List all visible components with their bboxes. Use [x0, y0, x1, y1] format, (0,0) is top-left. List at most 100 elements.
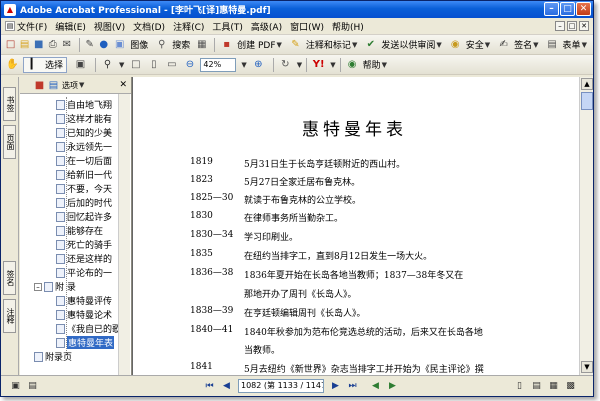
continuous-icon[interactable]: ▤	[530, 380, 543, 393]
options-menu[interactable]: 选项	[62, 80, 78, 91]
select-tool-button[interactable]: ▎ 选择	[23, 56, 68, 73]
bookmark-delete-icon[interactable]: ■	[34, 78, 45, 93]
bookmark-item[interactable]: 惠特曼论术	[56, 308, 112, 321]
bookmark-item[interactable]: 回忆起许多	[56, 210, 112, 223]
bookmark-item[interactable]: 自由地飞翔	[56, 98, 112, 111]
create-pdf-button[interactable]: ▪ 创建 PDF ▼	[219, 37, 282, 52]
bookmark-item[interactable]: 给新旧一代	[56, 168, 112, 181]
tab-pages[interactable]: 页面	[3, 125, 16, 159]
fit-page-icon[interactable]: ▯	[146, 57, 161, 72]
hand-tool-icon[interactable]: ✋	[5, 57, 20, 72]
chronology-event: 1836年夏开始在长岛各地当教师；1837—38年冬又在	[244, 271, 464, 281]
chronology-event: 5月去纽约《新世界》杂志当排字工并开始为《民主评论》撰	[244, 365, 484, 375]
tab-comments[interactable]: 注释	[3, 299, 16, 333]
image-button[interactable]: ▣ 图像	[112, 37, 148, 52]
sign-button[interactable]: ✍ 签名 ▼	[496, 37, 538, 52]
continuous-facing-icon[interactable]: ▩	[564, 380, 577, 393]
yahoo-icon[interactable]: Y!	[311, 57, 326, 72]
menu-edit[interactable]: 编辑(E)	[55, 20, 86, 33]
actual-size-icon[interactable]: □	[128, 57, 143, 72]
security-button[interactable]: ◉ 安全 ▼	[448, 37, 490, 52]
menu-help[interactable]: 帮助(H)	[332, 20, 364, 33]
zoom-out-icon[interactable]: ⊖	[182, 57, 197, 72]
toolbar-separator	[95, 57, 97, 72]
menu-window[interactable]: 窗口(W)	[290, 20, 324, 33]
attach-icon[interactable]: ●	[98, 37, 109, 52]
minimize-button[interactable]: –	[544, 2, 559, 16]
menu-advanced[interactable]: 高级(A)	[251, 20, 282, 33]
go-back-icon[interactable]: ◀	[369, 380, 382, 393]
bookmark-item[interactable]: 还是这样的	[56, 252, 112, 265]
menu-comments[interactable]: 注释(C)	[173, 20, 204, 33]
zoom-tool-icon[interactable]: ⚲	[100, 57, 115, 72]
send-review-button[interactable]: ✔ 发送以供审阅 ▼	[363, 37, 442, 52]
scroll-thumb[interactable]	[581, 92, 593, 110]
previous-page-icon[interactable]: ◀	[220, 380, 233, 393]
bookmark-item[interactable]: 死亡的骑手	[56, 238, 112, 251]
save-icon[interactable]: ■	[33, 37, 44, 52]
bookmark-item-selected[interactable]: 惠特曼年表	[56, 336, 115, 349]
pen-tool-icon[interactable]: ✎	[84, 37, 95, 52]
bookmark-icon	[56, 169, 65, 180]
bookmark-icon	[56, 113, 65, 124]
rotate-icon[interactable]: ↻	[278, 57, 293, 72]
bookmark-item[interactable]: 后加的时代	[56, 196, 112, 209]
zoom-level-field[interactable]: 42%	[200, 57, 237, 72]
document-icon: ▤	[5, 21, 15, 31]
tab-bookmarks[interactable]: 书签	[3, 87, 16, 121]
doc-minimize-button[interactable]: –	[555, 21, 565, 31]
bookmark-item[interactable]: 这样才能有	[56, 112, 112, 125]
single-page-icon[interactable]: ▯	[513, 380, 526, 393]
tab-signatures[interactable]: 签名	[3, 261, 16, 295]
zoom-in-icon[interactable]: ⊕	[251, 57, 266, 72]
email-icon[interactable]: ✉	[61, 37, 72, 52]
bookmark-item[interactable]: 《我自已的歌	[56, 322, 121, 335]
bookmark-item[interactable]: 附录页	[34, 350, 72, 363]
maximize-button[interactable]: □	[560, 2, 575, 16]
fit-width-icon[interactable]: ▭	[164, 57, 179, 72]
last-page-icon[interactable]: ⏭	[346, 380, 359, 393]
bookmarks-scrollbar[interactable]	[118, 94, 130, 375]
menu-document[interactable]: 文档(D)	[133, 20, 165, 33]
collapse-icon[interactable]: –	[34, 282, 42, 291]
scroll-up-icon[interactable]: ▲	[581, 78, 593, 90]
create-document-icon[interactable]: □	[5, 37, 16, 52]
help-button[interactable]: ◉ 帮助 ▼	[345, 57, 387, 72]
bookmark-item[interactable]: 惠特曼评传	[56, 294, 112, 307]
bookmark-item[interactable]: 永远领先一	[56, 140, 112, 153]
next-page-icon[interactable]: ▶	[329, 380, 342, 393]
doc-close-button[interactable]: ✕	[579, 21, 589, 31]
menu-view[interactable]: 视图(V)	[94, 20, 125, 33]
menu-tools[interactable]: 工具(T)	[212, 20, 243, 33]
page-edge	[132, 77, 133, 375]
document-scrollbar[interactable]: ▲ ▼	[579, 77, 593, 375]
scroll-down-icon[interactable]: ▼	[581, 361, 593, 373]
doc-restore-button[interactable]: □	[567, 21, 577, 31]
open-folder-icon[interactable]: ▤	[19, 37, 30, 52]
organize-icon[interactable]: ▦	[196, 37, 207, 52]
bookmark-item[interactable]: 能够存在	[56, 224, 103, 237]
print-icon[interactable]: ⎙	[47, 37, 58, 52]
snapshot-icon[interactable]: ▣	[73, 57, 88, 72]
panel-toggle-icon[interactable]: ▤	[26, 380, 39, 393]
facing-icon[interactable]: ▦	[547, 380, 560, 393]
page-number-field[interactable]: 1082 (第 1133 / 1147 页)	[238, 379, 324, 393]
new-bookmark-icon[interactable]: ▤	[48, 78, 59, 93]
bookmark-item[interactable]: 已知的少美	[56, 126, 112, 139]
bookmark-icon	[56, 253, 65, 264]
image-icon: ▣	[115, 39, 125, 50]
bookmark-item[interactable]: 不要，今天	[56, 182, 112, 195]
bookmark-group-appendix[interactable]: – 附 录	[34, 280, 76, 293]
search-button[interactable]: ⚲ 搜索	[154, 37, 190, 52]
go-forward-icon[interactable]: ▶	[386, 380, 399, 393]
first-page-icon[interactable]: ⏮	[203, 380, 216, 393]
comment-markup-button[interactable]: ✎ 注释和标记 ▼	[288, 37, 357, 52]
forms-button[interactable]: ▤ 表单 ▼	[545, 37, 587, 52]
bookmark-item[interactable]: 平论布的一	[56, 266, 112, 279]
close-panel-icon[interactable]: ✕	[119, 80, 127, 90]
forms-icon: ▤	[547, 39, 557, 50]
bookmark-item[interactable]: 在一切后面	[56, 154, 112, 167]
menu-file[interactable]: ▤ 文件(F)	[5, 20, 47, 33]
acrobat-icon: ▲	[4, 3, 16, 16]
close-button[interactable]: ✕	[576, 2, 591, 16]
